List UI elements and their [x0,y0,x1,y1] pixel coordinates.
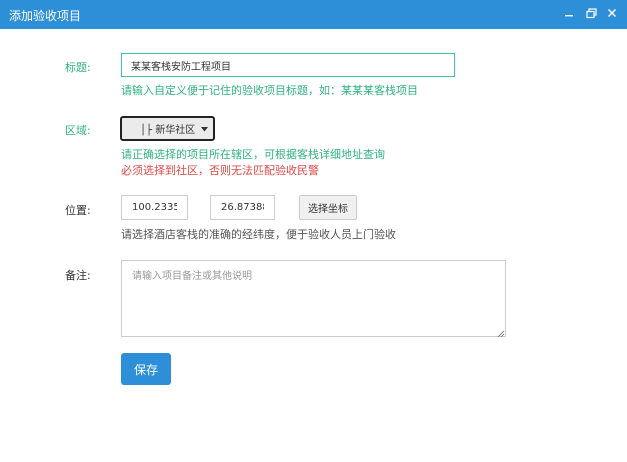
region-label: 区域: [65,124,91,137]
region-select[interactable]: │├ 新华社区 [120,116,215,141]
remark-label: 备注: [65,269,91,282]
remark-textarea[interactable] [121,260,506,337]
title-input[interactable] [121,53,455,77]
title-hint: 请输入自定义便于记住的验收项目标题，如：某某某客栈项目 [121,84,418,97]
maximize-icon[interactable] [583,5,599,21]
region-hint: 请正确选择的项目所在辖区，可根据客栈详细地址查询 [121,148,385,161]
region-selected-value: │├ 新华社区 [140,125,196,136]
window-titlebar: 添加验收项目 [0,0,627,29]
resize-grip-icon[interactable] [497,328,505,338]
location-hint: 请选择酒店客栈的准确的经纬度，便于验收人员上门验收 [121,228,396,241]
longitude-input[interactable] [121,195,188,220]
latitude-input[interactable] [210,195,275,220]
location-label: 位置: [65,204,91,217]
caret-down-icon [201,122,209,135]
select-coordinates-button[interactable]: 选择坐标 [299,195,357,220]
window-title: 添加验收项目 [9,9,82,23]
close-icon[interactable] [604,5,620,21]
minimize-icon[interactable] [561,5,577,21]
save-button[interactable]: 保存 [121,353,171,385]
title-label: 标题: [65,61,91,74]
region-warning: 必须选择到社区，否则无法匹配验收民警 [121,164,319,177]
